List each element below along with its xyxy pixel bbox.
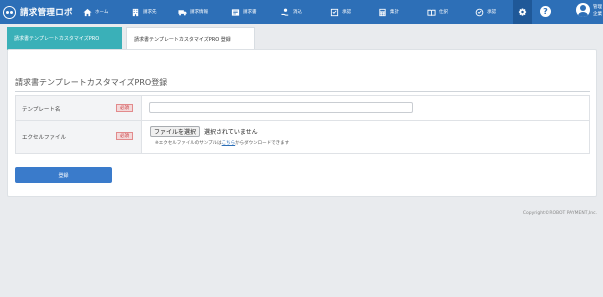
- choose-file-button[interactable]: ファイルを選択: [150, 126, 201, 137]
- title-divider: [15, 91, 590, 92]
- page-title: 請求書テンプレートカスタマイズPRO登録: [15, 78, 168, 87]
- template-name-label: テンプレート名: [22, 107, 61, 113]
- invoice-icon: [231, 8, 240, 16]
- robot-logo-icon: [3, 5, 16, 19]
- value-cell: [142, 96, 589, 120]
- nav-item-reconcile[interactable]: 消込: [281, 0, 330, 24]
- form-row-template-name: テンプレート名 必須: [16, 96, 589, 121]
- copyright-text: Copyright©ROBOT PAYMENT,Inc.: [522, 211, 597, 216]
- nav-item-aggregate[interactable]: 集計: [378, 0, 427, 24]
- check-circle-icon: [475, 8, 484, 16]
- sample-download-note: ※エクセルファイルのサンプルはこちらからダウンロードできます: [155, 140, 289, 146]
- nav-item-label: 承認: [487, 10, 496, 15]
- calculator-icon: [379, 8, 386, 16]
- top-navigation-bar: 請求管理ロボ ホーム 請求先 請求情報 請求書 消込 承認 集計 仕訳 承認 ?…: [0, 0, 603, 24]
- excel-file-label: エクセルファイル: [22, 135, 67, 141]
- nav-item-label: ホーム: [95, 10, 109, 15]
- nav-item-journal[interactable]: 仕訳: [427, 0, 475, 24]
- building-icon: [132, 8, 139, 16]
- file-status-text: 選択されていません: [204, 129, 258, 136]
- user-name-line1: 管理: [593, 5, 602, 10]
- main-panel: 請求書テンプレートカスタマイズPRO登録 テンプレート名 必須 エクセルファイル…: [7, 49, 597, 197]
- nav-item-label: 請求書: [243, 10, 257, 15]
- register-button[interactable]: 登録: [15, 167, 112, 183]
- registration-form: テンプレート名 必須 エクセルファイル 必須 ファイルを選択 選択されていません…: [15, 95, 590, 154]
- nav-item-label: 請求情報: [190, 10, 208, 15]
- template-name-input[interactable]: [149, 102, 413, 113]
- help-icon[interactable]: ?: [540, 6, 551, 17]
- hand-coin-icon: [281, 8, 289, 16]
- required-badge: 必須: [116, 104, 133, 112]
- label-cell: テンプレート名 必須: [16, 96, 142, 120]
- check-square-icon: [330, 8, 339, 16]
- nav-item-label: 承認: [342, 10, 351, 15]
- home-icon: [83, 8, 92, 16]
- brand-name: 請求管理ロボ: [20, 8, 73, 18]
- nav-items: ホーム 請求先 請求情報 請求書 消込 承認 集計 仕訳 承認: [83, 0, 516, 24]
- settings-button[interactable]: [513, 0, 532, 24]
- note-suffix: からダウンロードできます: [235, 141, 290, 146]
- tab-bar: 請求書テンプレートカスタマイズPRO 請求書テンプレートカスタマイズPRO 登録: [7, 27, 255, 50]
- truck-icon: [178, 9, 187, 15]
- sample-download-link[interactable]: こちら: [222, 141, 236, 146]
- nav-item-invoice[interactable]: 請求書: [231, 0, 281, 24]
- user-name[interactable]: 管理 企業: [593, 4, 602, 18]
- form-row-excel-file: エクセルファイル 必須 ファイルを選択 選択されていません ※エクセルファイルの…: [16, 121, 589, 153]
- user-name-line2: 企業: [593, 12, 602, 17]
- nav-item-billing-info[interactable]: 請求情報: [178, 0, 231, 24]
- nav-item-label: 請求先: [143, 10, 157, 15]
- gear-icon: [518, 7, 527, 16]
- nav-item-label: 消込: [293, 10, 302, 15]
- book-icon: [427, 9, 436, 16]
- note-prefix: ※エクセルファイルのサンプルは: [155, 141, 222, 146]
- value-cell: ファイルを選択 選択されていません ※エクセルファイルのサンプルはこちらからダウ…: [142, 121, 589, 153]
- nav-item-approval-2[interactable]: 承認: [475, 0, 516, 24]
- tab-template-register[interactable]: 請求書テンプレートカスタマイズPRO 登録: [126, 27, 255, 50]
- user-avatar-icon[interactable]: [576, 3, 590, 17]
- nav-item-label: 集計: [390, 10, 399, 15]
- brand-logo[interactable]: 請求管理ロボ: [0, 0, 83, 24]
- required-badge: 必須: [116, 132, 133, 140]
- tab-template-list[interactable]: 請求書テンプレートカスタマイズPRO: [7, 27, 122, 50]
- nav-item-home[interactable]: ホーム: [83, 0, 131, 24]
- label-cell: エクセルファイル 必須: [16, 121, 142, 153]
- nav-item-approval[interactable]: 承認: [330, 0, 378, 24]
- nav-item-label: 仕訳: [439, 10, 448, 15]
- nav-item-billing-destination[interactable]: 請求先: [131, 0, 178, 24]
